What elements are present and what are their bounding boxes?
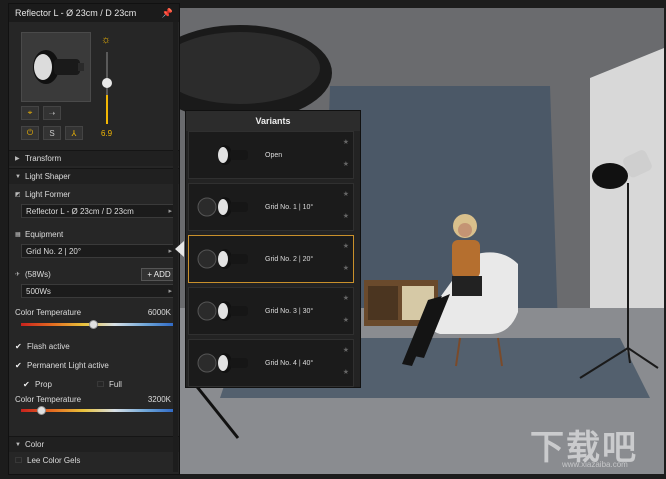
chevron-right-icon: ▸	[168, 248, 172, 255]
light-former-label-row: ◩ Light Former	[9, 186, 179, 202]
popup-pointer-arrow	[175, 241, 184, 257]
light-former-value: Reflector L - Ø 23cm / D 23cm	[26, 206, 134, 216]
panel-title: Reflector L - Ø 23cm / D 23cm	[15, 8, 137, 18]
unchecked-box-icon[interactable]: ☐	[97, 380, 109, 389]
pin-icon[interactable]: 📌	[162, 8, 173, 19]
power-value: 500Ws	[26, 286, 51, 296]
variants-popup: Variants Open ★ ★ Grid No. 1 | 10° ★ ★ Grid No…	[185, 110, 361, 388]
flash-active-label: Flash active	[27, 341, 70, 351]
prop-label: Prop	[35, 379, 52, 389]
color-temp-knob[interactable]	[89, 320, 98, 329]
color-temp-row: Color Temperature 6000K	[9, 304, 179, 320]
reflector-preview-icon	[33, 50, 84, 84]
unchecked-box-icon: ☐	[15, 455, 23, 465]
variants-title: Variants	[186, 111, 360, 131]
grid-icon: ▦	[15, 231, 21, 238]
color-temp-label-2: Color Temperature	[15, 394, 82, 404]
color-temp-value-2: 3200K	[147, 394, 171, 404]
collapsed-arrow-icon: ▶	[15, 156, 20, 162]
star-icon[interactable]: ★	[343, 264, 349, 272]
section-color[interactable]: ▼ Color	[9, 436, 179, 452]
section-transform[interactable]: ▶ Transform	[9, 150, 179, 166]
flash-active-row[interactable]: ✔ Flash active	[9, 338, 179, 354]
variant-item[interactable]: Grid No. 2 | 20° ★ ★	[188, 235, 354, 283]
expanded-arrow-icon: ▼	[15, 441, 21, 448]
light-properties-panel: Reflector L - Ø 23cm / D 23cm 📌 ☼ 6.9 ⌖ …	[8, 3, 180, 475]
star-icon[interactable]: ★	[343, 294, 349, 302]
light-former-icon: ◩	[15, 191, 21, 198]
reflector-variant-icon	[197, 301, 248, 321]
star-icon[interactable]: ★	[343, 190, 349, 198]
add-button[interactable]: + ADD	[141, 268, 177, 281]
power-icon[interactable]: ⏻	[21, 126, 39, 140]
panel-titlebar: Reflector L - Ø 23cm / D 23cm 📌	[9, 4, 179, 22]
variant-item[interactable]: Open ★ ★	[188, 131, 354, 179]
power-select[interactable]: 500Ws ▸	[21, 284, 177, 298]
variant-label: Grid No. 3 | 30°	[265, 308, 314, 315]
variant-label: Grid No. 4 | 40°	[265, 360, 314, 367]
flash-head-icon: ✈	[15, 271, 21, 278]
equipment-label: Equipment	[25, 229, 64, 239]
variant-label: Grid No. 2 | 20°	[265, 256, 314, 263]
equipment-select[interactable]: Grid No. 2 | 20° ▸	[21, 244, 177, 258]
light-former-select[interactable]: Reflector L - Ø 23cm / D 23cm ▸	[21, 204, 177, 218]
variant-label: Open	[265, 152, 283, 159]
section-light-shaper-label: Light Shaper	[25, 172, 71, 181]
permanent-light-row[interactable]: ✔ Permanent Light active	[9, 357, 179, 373]
permanent-light-label: Permanent Light active	[27, 360, 109, 370]
section-color-label: Color	[25, 440, 45, 449]
star-icon[interactable]: ★	[343, 212, 349, 220]
variant-label: Grid No. 1 | 10°	[265, 204, 314, 211]
intensity-slider-knob[interactable]	[102, 78, 112, 88]
color-temp-knob-2[interactable]	[37, 406, 46, 415]
lee-gels-label: Lee Color Gels	[27, 455, 81, 465]
reflector-variant-icon	[197, 249, 248, 269]
star-icon[interactable]: ★	[343, 138, 349, 146]
mode-s-label: S	[49, 128, 55, 138]
intensity-slider-fill	[106, 95, 108, 124]
expanded-arrow-icon: ▼	[15, 173, 21, 180]
tripod-icon[interactable]: ⅄	[65, 126, 83, 140]
equipment-label-row: ▦ Equipment	[9, 226, 179, 242]
brightness-icon: ☼	[101, 34, 112, 46]
star-icon[interactable]: ★	[343, 346, 349, 354]
variant-item[interactable]: Grid No. 1 | 10° ★ ★	[188, 183, 354, 231]
reflector-variant-icon	[197, 353, 248, 373]
prop-row[interactable]: ✔ Prop ☐ Full	[9, 376, 179, 392]
star-icon[interactable]: ★	[343, 242, 349, 250]
light-former-label: Light Former	[25, 189, 71, 199]
reflector-variant-icon	[218, 145, 248, 165]
variant-item[interactable]: Grid No. 4 | 40° ★ ★	[188, 339, 354, 387]
checkmark-icon: ✔	[15, 360, 22, 370]
variant-item[interactable]: Grid No. 3 | 30° ★ ★	[188, 287, 354, 335]
reflector-variant-icon	[197, 197, 248, 217]
section-transform-label: Transform	[25, 154, 62, 163]
target-icon[interactable]: ⌖	[21, 106, 39, 120]
intensity-slider[interactable]	[102, 52, 112, 124]
star-icon[interactable]: ★	[343, 316, 349, 324]
aim-arrow-icon[interactable]: ➝	[43, 106, 61, 120]
power-ws-label: (58Ws)	[25, 269, 51, 279]
color-temp-label: Color Temperature	[15, 307, 82, 317]
light-preview-thumbnail	[21, 32, 91, 102]
watermark-url: www.xiazaiba.com	[562, 460, 628, 469]
chevron-right-icon: ▸	[168, 288, 172, 295]
intensity-value: 6.9	[101, 129, 113, 138]
section-light-shaper[interactable]: ▼ Light Shaper	[9, 168, 179, 184]
full-label: Full	[109, 379, 122, 389]
checkmark-icon: ✔	[15, 341, 22, 351]
chevron-right-icon: ▸	[168, 208, 172, 215]
star-icon[interactable]: ★	[343, 160, 349, 168]
lee-gels-row[interactable]: ☐ Lee Color Gels	[9, 452, 179, 468]
color-temp-slider[interactable]	[21, 323, 177, 326]
mode-s-button[interactable]: S	[43, 126, 61, 140]
equipment-value: Grid No. 2 | 20°	[26, 246, 82, 256]
star-icon[interactable]: ★	[343, 368, 349, 376]
checkmark-icon: ✔	[23, 379, 30, 389]
color-temp-value: 6000K	[147, 307, 171, 317]
color-temp-row-2: Color Temperature 3200K	[9, 391, 179, 407]
